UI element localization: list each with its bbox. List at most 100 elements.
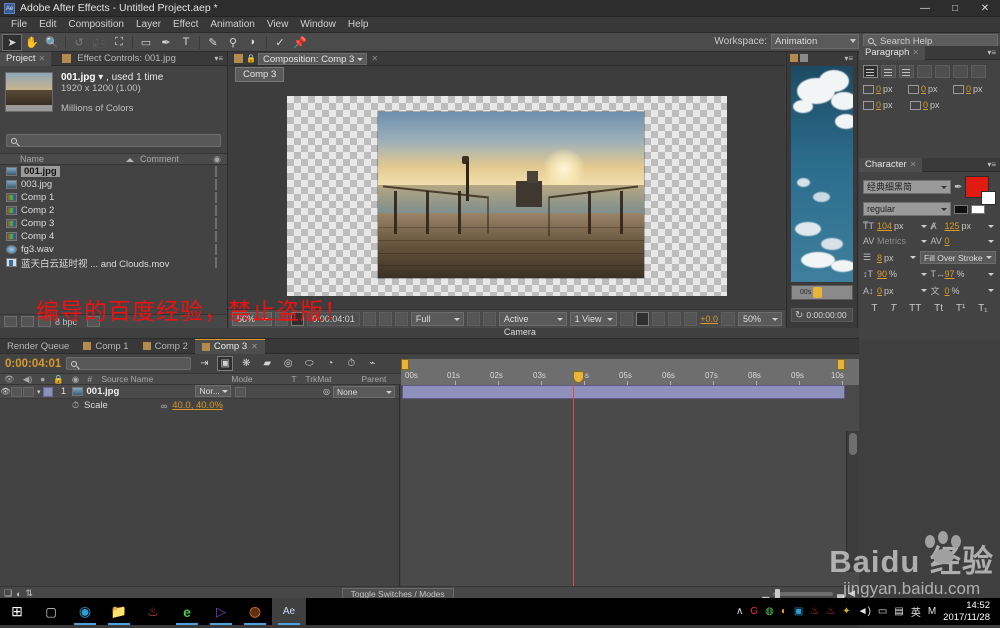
faux-bold-button[interactable]: T (871, 303, 877, 314)
taskbar-browser-360[interactable]: e (170, 598, 204, 625)
hand-tool-icon[interactable]: ✋ (22, 34, 42, 51)
chevron-down-icon[interactable] (988, 289, 994, 292)
flowchart-icon[interactable] (668, 312, 682, 326)
list-item[interactable]: 蓝天白云延时视 ... and Clouds.mov (0, 256, 227, 270)
tab-comp-2[interactable]: Comp 2 (136, 339, 195, 354)
font-style-select[interactable]: regular (863, 202, 951, 216)
menu-effect[interactable]: Effect (167, 17, 204, 33)
tray-g-icon[interactable]: G (750, 606, 758, 617)
workspace-select[interactable]: Animation (771, 34, 859, 49)
justify-all-button[interactable] (971, 65, 986, 78)
taskbar-firefox[interactable]: ◍ (238, 598, 272, 625)
align-left-button[interactable] (863, 65, 878, 78)
taskbar-app-red[interactable]: ♨ (136, 598, 170, 625)
work-area-end-handle[interactable] (837, 359, 845, 370)
chevron-down-icon[interactable] (988, 224, 994, 228)
puppet-pin-tool-icon[interactable]: 📌 (290, 34, 310, 51)
close-button[interactable]: ✕ (970, 0, 1000, 17)
layer-name[interactable]: 001.jpg (87, 386, 120, 397)
layer-label-color[interactable] (42, 386, 53, 397)
tab-comp-1[interactable]: Comp 1 (76, 339, 135, 354)
justify-last-left-button[interactable] (917, 65, 932, 78)
column-t[interactable]: T (287, 374, 301, 384)
lock-icon[interactable]: 🔒 (246, 54, 256, 63)
tray-network-icon[interactable]: ▭ (878, 606, 887, 617)
project-panel-menu-icon[interactable]: ▾≡ (214, 54, 223, 63)
chevron-down-icon[interactable] (920, 224, 927, 228)
zoom-tool-icon[interactable]: 🔍 (42, 34, 62, 51)
timeline-ruler[interactable]: 00s 01s 02s 03s 04s 05s 06s 07s 08s 09s … (401, 359, 859, 385)
taskbar-media-player[interactable]: ◉ (68, 598, 102, 625)
indent-left-field[interactable]: 0 px (863, 84, 906, 94)
lock-switch-icon[interactable]: 🔒 (49, 374, 68, 385)
fast-previews-icon[interactable] (636, 312, 650, 326)
baseline-shift-field[interactable]: A↕ 0 px (863, 286, 929, 296)
tray-expand-icon[interactable]: ∧ (736, 606, 743, 617)
chevron-down-icon[interactable] (920, 239, 927, 243)
timeline-zoom-slider[interactable] (773, 588, 834, 599)
close-icon[interactable]: ✕ (910, 158, 917, 172)
tab-comp-3[interactable]: Comp 3 ✕ (194, 338, 265, 354)
chevron-down-icon[interactable] (910, 256, 916, 259)
list-item[interactable]: Comp 3 (0, 217, 227, 230)
indent-first-line-field[interactable]: 0 px (953, 84, 996, 94)
minimize-button[interactable]: — (910, 0, 940, 17)
column-trkmat[interactable]: TrkMat (301, 374, 357, 384)
tray-m-icon[interactable]: M (928, 606, 936, 617)
views-select[interactable]: 1 View (569, 312, 618, 326)
parent-pickwhip-icon[interactable]: ◎ (323, 387, 330, 396)
interpret-footage-icon[interactable] (4, 316, 17, 327)
tracking-field[interactable]: AV 0 (931, 236, 997, 246)
rotation-tool-icon[interactable]: ↺ (69, 34, 89, 51)
menu-layer[interactable]: Layer (130, 17, 167, 33)
menu-file[interactable]: File (5, 17, 33, 33)
new-folder-icon[interactable] (21, 316, 34, 327)
tray-wifi-icon[interactable]: ▣ (794, 606, 803, 617)
solo-switch-icon[interactable]: ● (36, 374, 49, 384)
show-snapshot-icon[interactable] (378, 312, 392, 326)
taskbar-file-explorer[interactable]: 📁 (102, 598, 136, 625)
composition-image-layer[interactable] (377, 110, 645, 279)
footage-loop-icon[interactable]: ↻ (795, 310, 803, 321)
justify-last-right-button[interactable] (953, 65, 968, 78)
tray-ime-icon[interactable]: 英 (911, 604, 921, 619)
justify-last-center-button[interactable] (935, 65, 950, 78)
playhead-handle[interactable] (573, 371, 584, 383)
layer-parent-select[interactable]: None (333, 385, 395, 398)
clone-stamp-tool-icon[interactable]: ⚲ (223, 34, 243, 51)
timeline-vertical-scrollbar[interactable] (846, 431, 859, 572)
hide-shy-layers-icon[interactable]: ❋ (238, 356, 254, 371)
live-update-icon[interactable]: ⌁ (364, 356, 380, 371)
chevron-down-icon[interactable] (988, 239, 994, 243)
timeline-track-area[interactable] (401, 385, 859, 586)
tray-star-icon[interactable]: ✦ (842, 606, 850, 617)
resolution-select[interactable]: Full (410, 312, 464, 326)
tray-display-icon[interactable]: ▤ (894, 606, 903, 617)
tray-app1-icon[interactable]: ♨ (810, 606, 819, 617)
tab-render-queue[interactable]: Render Queue (0, 339, 76, 354)
footage-playhead-icon[interactable] (813, 287, 823, 298)
composition-mini-flowchart-icon[interactable]: ⇥ (196, 356, 212, 371)
subscript-button[interactable]: T₁ (978, 303, 987, 314)
tray-green-icon[interactable]: ◍ (765, 606, 774, 617)
taskbar-after-effects[interactable]: Ae (272, 598, 306, 625)
menu-composition[interactable]: Composition (62, 17, 130, 33)
scale-link-icon[interactable]: ∞ (161, 401, 167, 411)
pixel-aspect-icon[interactable] (620, 312, 634, 326)
black-swatch-icon[interactable] (954, 204, 968, 214)
space-before-field[interactable]: 0 px (863, 100, 908, 110)
chevron-down-icon[interactable] (988, 272, 994, 276)
taskbar-app-play[interactable]: ▷ (204, 598, 238, 625)
zoom-slider-thumb[interactable] (775, 588, 781, 599)
table-row[interactable]: ⏱ Scale ∞ 40.0, 40.0% (0, 399, 399, 412)
menu-window[interactable]: Window (294, 17, 342, 33)
white-swatch-icon[interactable] (971, 204, 985, 214)
stroke-width-field[interactable]: ☰ 8 px (863, 252, 918, 263)
layer-expand-icon[interactable]: ▾ (37, 388, 41, 396)
close-icon[interactable]: ✕ (371, 54, 378, 63)
list-item[interactable]: 001.jpg (0, 165, 227, 178)
menu-help[interactable]: Help (342, 17, 375, 33)
close-icon[interactable]: ✕ (912, 46, 919, 60)
timeline-icon[interactable] (652, 312, 666, 326)
task-view-button[interactable]: ▢ (34, 598, 68, 625)
